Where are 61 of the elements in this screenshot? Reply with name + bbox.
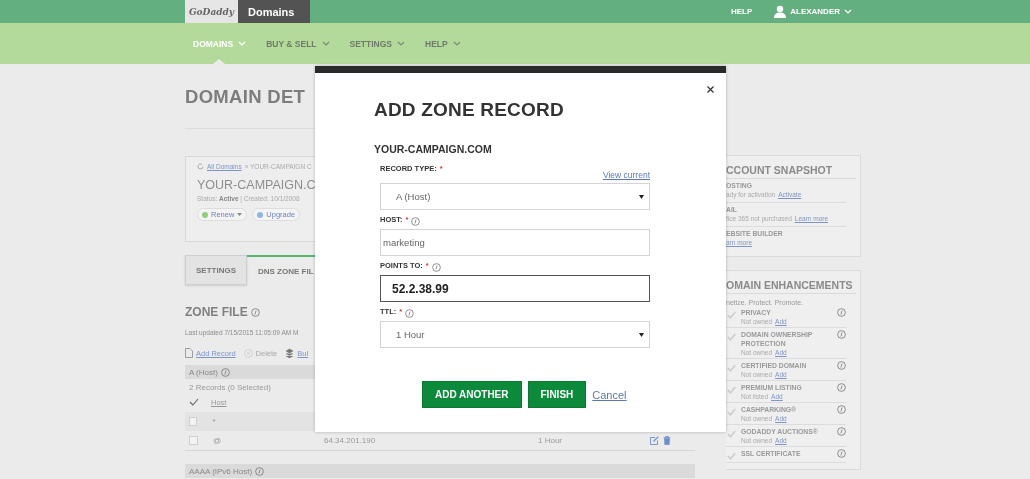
input-field[interactable]: 52.2.38.99 xyxy=(380,275,650,302)
info-icon xyxy=(411,217,421,226)
caret-icon xyxy=(639,194,644,199)
info-icon xyxy=(837,308,846,317)
info-icon xyxy=(837,449,846,458)
section-title: ZONE FILE xyxy=(185,305,248,319)
view-current-link[interactable]: View current xyxy=(602,170,650,180)
tab[interactable]: SETTINGS xyxy=(185,255,247,285)
table-cell-text: @ xyxy=(213,436,223,445)
input-field[interactable]: marketing xyxy=(380,229,650,256)
chevron-icon xyxy=(844,9,852,14)
chevron-icon xyxy=(452,41,461,46)
domain-name: YOUR-CAMPAIGN.COM xyxy=(374,143,493,155)
table-cell-text: 64.34.201.190 xyxy=(324,436,377,445)
nav-tab[interactable]: BUY & SELL xyxy=(266,23,330,64)
nav-tab[interactable]: DOMAINS xyxy=(193,23,247,64)
domain-name: YOUR-CAMPAIGN.C xyxy=(197,178,315,192)
trash-icon[interactable] xyxy=(663,436,671,445)
chevron-icon xyxy=(238,41,247,46)
dropdown[interactable]: 1 Hour xyxy=(380,321,650,348)
info-icon xyxy=(255,466,265,476)
section-header: AAAA (IPv6 Host) xyxy=(185,464,695,478)
document-icon xyxy=(185,348,193,358)
cancel-link[interactable]: Cancel xyxy=(592,388,627,401)
checkbox[interactable] xyxy=(189,417,198,426)
user-icon xyxy=(774,5,787,18)
caret-icon xyxy=(639,332,644,337)
page-title: DOMAIN DET xyxy=(185,85,307,109)
chevron-icon xyxy=(321,41,330,46)
nav-tab[interactable]: SETTINGS xyxy=(349,23,406,64)
info-icon xyxy=(837,405,846,414)
chevron-icon xyxy=(397,41,406,46)
stack-icon xyxy=(285,348,295,358)
record-count: 2 Records (0 Selected) xyxy=(188,382,272,392)
delete-icon xyxy=(243,348,253,358)
logo[interactable]: GoDaddy xyxy=(185,0,238,23)
checkbox[interactable] xyxy=(189,436,198,445)
caret-icon xyxy=(237,213,243,216)
section-header: A (Host) xyxy=(185,365,315,379)
dialog-title: ADD ZONE RECORD xyxy=(374,99,565,121)
close-icon[interactable] xyxy=(707,86,714,93)
info-icon xyxy=(837,330,846,339)
edit-icon[interactable] xyxy=(650,436,659,445)
user-menu[interactable]: ALEXANDER xyxy=(774,0,852,23)
dropdown[interactable]: A (Host) xyxy=(380,183,650,210)
help-link[interactable]: HELP xyxy=(730,0,753,23)
info-icon xyxy=(405,309,415,318)
table-cell-text: * xyxy=(212,417,217,426)
table-cell-text: 1 Hour xyxy=(538,436,563,445)
checkmark-icon xyxy=(189,398,199,406)
product-menu[interactable]: Domains xyxy=(238,0,310,23)
info-icon xyxy=(250,307,260,317)
info-icon xyxy=(837,361,846,370)
info-icon xyxy=(837,383,846,392)
refresh-icon[interactable] xyxy=(197,163,204,170)
primary-button[interactable]: FINISH xyxy=(527,381,587,408)
info-icon xyxy=(220,367,230,377)
nav-tab[interactable]: HELP xyxy=(425,23,461,64)
info-icon xyxy=(431,263,441,272)
info-icon xyxy=(837,427,846,436)
primary-button[interactable]: ADD ANOTHER xyxy=(422,381,522,408)
